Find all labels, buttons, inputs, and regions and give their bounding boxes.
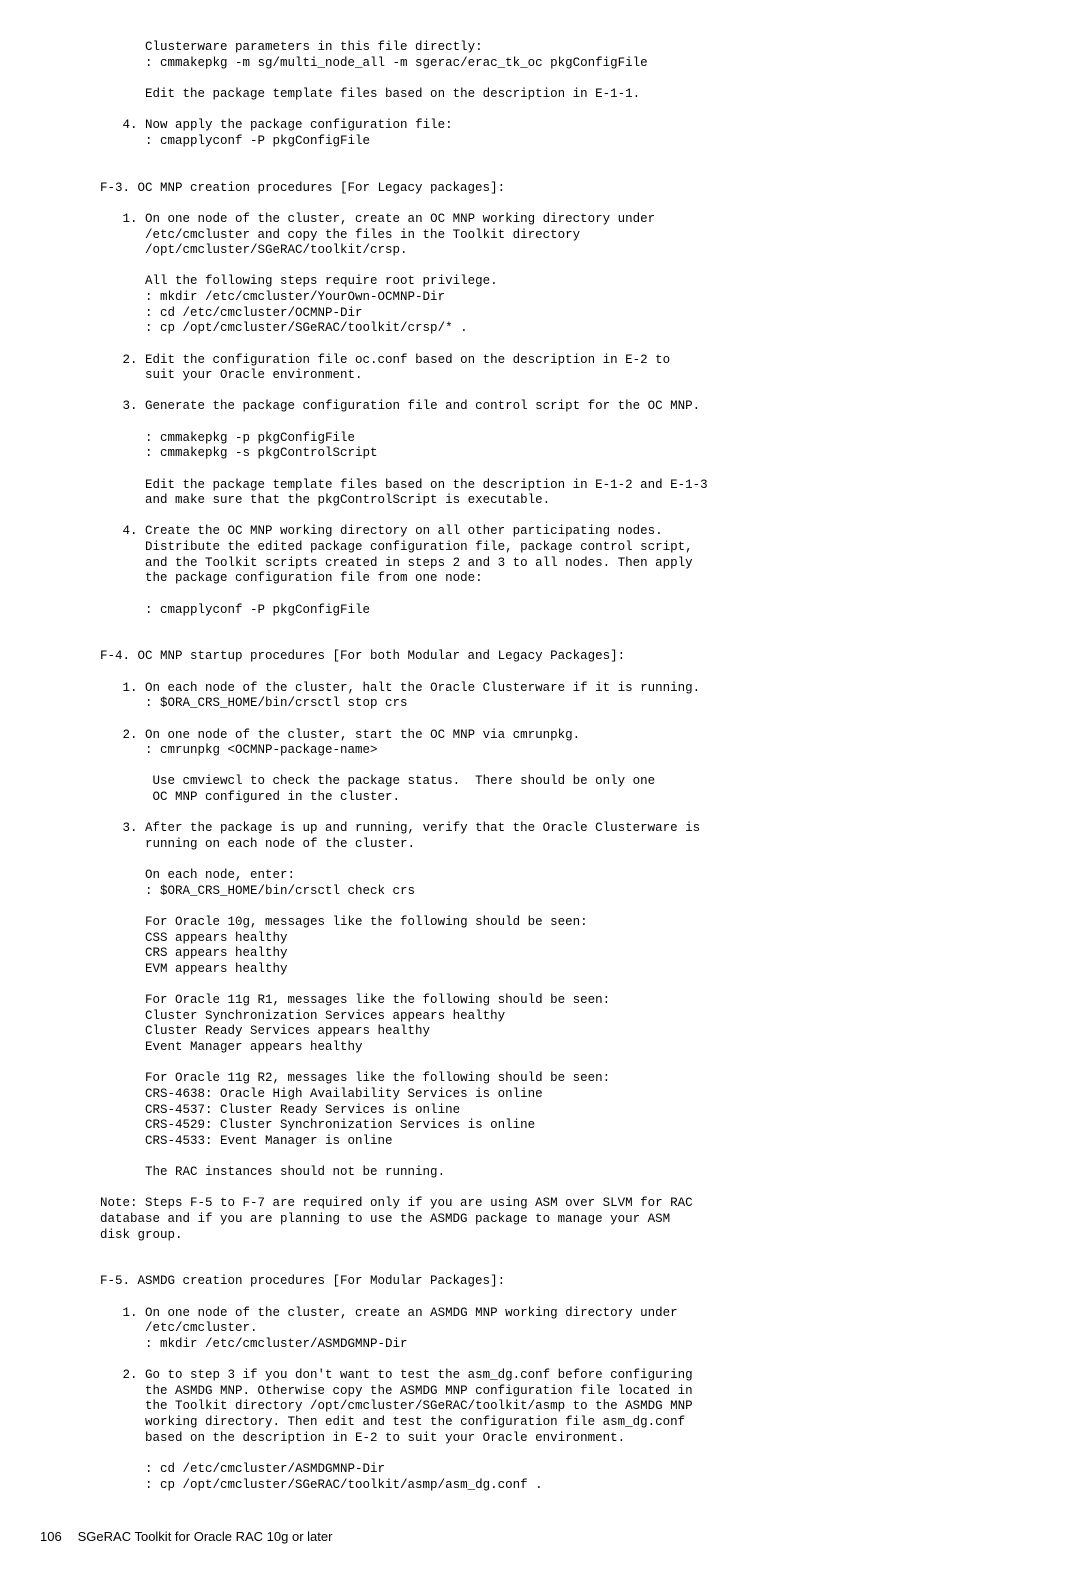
page-footer: 106 SGeRAC Toolkit for Oracle RAC 10g or…	[40, 1529, 1080, 1545]
footer-title: SGeRAC Toolkit for Oracle RAC 10g or lat…	[78, 1529, 333, 1544]
document-body: Clusterware parameters in this file dire…	[100, 40, 1080, 1493]
page-number: 106	[40, 1529, 74, 1545]
